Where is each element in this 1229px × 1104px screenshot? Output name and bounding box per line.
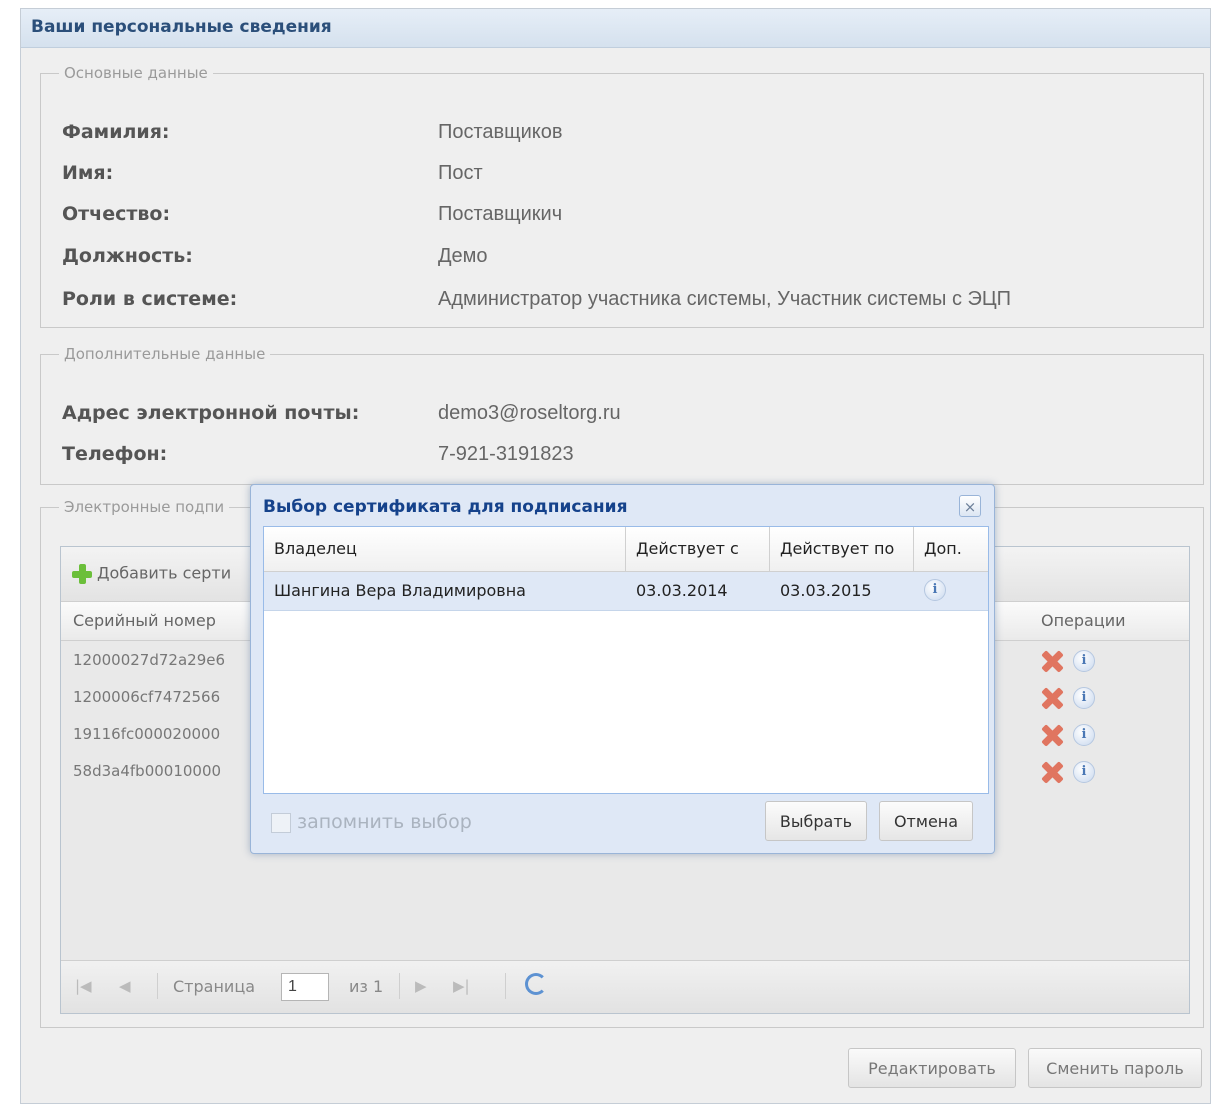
- delete-icon[interactable]: [1039, 685, 1065, 711]
- certificate-row[interactable]: Шангина Вера Владимировна 03.03.2014 03.…: [264, 572, 988, 611]
- field-label-lastname: Фамилия:: [62, 121, 170, 143]
- col-valid-from-header[interactable]: Действует с: [626, 527, 770, 571]
- info-icon[interactable]: i: [1073, 761, 1095, 783]
- add-certificate-button[interactable]: Добавить серти: [71, 563, 231, 585]
- info-icon[interactable]: i: [1073, 650, 1095, 672]
- field-label-email: Адрес электронной почты:: [62, 402, 360, 424]
- info-icon[interactable]: i: [1073, 724, 1095, 746]
- valid-to-cell: 03.03.2015: [780, 581, 872, 600]
- plus-icon: [71, 563, 93, 585]
- pagination-toolbar: |◀ ◀ Страница из 1 ▶ ▶|: [61, 960, 1189, 1013]
- prev-page-icon[interactable]: ◀: [119, 977, 131, 995]
- field-value-lastname: Поставщиков: [438, 121, 563, 143]
- page-label: Страница: [173, 977, 256, 996]
- remember-choice-checkbox[interactable]: запомнить выбор: [271, 811, 472, 833]
- serial-cell: 19116fc000020000: [73, 725, 221, 743]
- serial-cell: 58d3a4fb00010000: [73, 762, 222, 780]
- last-page-icon[interactable]: ▶|: [453, 977, 470, 995]
- edit-button[interactable]: Редактировать: [848, 1048, 1016, 1088]
- remember-choice-label: запомнить выбор: [297, 811, 472, 833]
- field-value-email: demo3@roseltorg.ru: [438, 402, 621, 424]
- next-page-icon[interactable]: ▶: [415, 977, 427, 995]
- row-operations: i: [1039, 759, 1095, 785]
- select-certificate-dialog: Выбор сертификата для подписания × Владе…: [250, 484, 995, 854]
- col-valid-to-header[interactable]: Действует по: [770, 527, 914, 571]
- row-operations: i: [1039, 685, 1095, 711]
- field-value-position: Демо: [438, 245, 488, 267]
- col-owner-header[interactable]: Владелец: [264, 527, 626, 571]
- col-serial-header[interactable]: Серийный номер: [73, 611, 216, 630]
- field-label-firstname: Имя:: [62, 162, 114, 184]
- panel-title: Ваши персональные сведения: [31, 17, 332, 37]
- field-label-phone: Телефон:: [62, 443, 168, 465]
- certificate-list-header: Владелец Действует с Действует по Доп.: [264, 527, 988, 572]
- field-label-roles: Роли в системе:: [62, 288, 238, 310]
- change-password-button[interactable]: Сменить пароль: [1028, 1048, 1202, 1088]
- page-of-label: из 1: [349, 977, 384, 996]
- cancel-button[interactable]: Отмена: [879, 801, 973, 841]
- field-value-patronymic: Поставщикич: [438, 203, 563, 225]
- info-icon[interactable]: i: [924, 579, 946, 601]
- field-value-roles: Администратор участника системы, Участни…: [438, 288, 1012, 310]
- info-icon[interactable]: i: [1073, 687, 1095, 709]
- valid-from-cell: 03.03.2014: [636, 581, 728, 600]
- panel-header: Ваши персональные сведения: [21, 9, 1210, 48]
- page-number-input[interactable]: [281, 973, 329, 1001]
- serial-cell: 12000027d72a29e6: [73, 651, 226, 669]
- select-button[interactable]: Выбрать: [765, 801, 867, 841]
- delete-icon[interactable]: [1039, 759, 1065, 785]
- delete-icon[interactable]: [1039, 722, 1065, 748]
- field-label-position: Должность:: [62, 245, 193, 267]
- field-value-firstname: Пост: [438, 162, 483, 184]
- row-operations: i: [1039, 722, 1095, 748]
- checkbox-box: [271, 812, 291, 833]
- pager-separator: [505, 973, 506, 999]
- col-extra-header[interactable]: Доп.: [914, 527, 988, 571]
- pager-separator: [157, 973, 158, 999]
- extra-data-legend: Дополнительные данные: [64, 345, 266, 363]
- first-page-icon[interactable]: |◀: [75, 977, 92, 995]
- row-operations: i: [1039, 648, 1095, 674]
- field-label-patronymic: Отчество:: [62, 203, 171, 225]
- refresh-icon[interactable]: [525, 973, 547, 995]
- owner-cell: Шангина Вера Владимировна: [274, 581, 526, 600]
- dialog-title: Выбор сертификата для подписания: [263, 497, 628, 517]
- col-ops-header[interactable]: Операции: [1041, 611, 1126, 630]
- basic-data-legend: Основные данные: [64, 64, 208, 82]
- add-certificate-label: Добавить серти: [97, 563, 232, 583]
- close-icon[interactable]: ×: [959, 495, 981, 517]
- field-value-phone: 7-921-3191823: [438, 443, 574, 465]
- certificate-list: Владелец Действует с Действует по Доп. Ш…: [263, 526, 989, 794]
- serial-cell: 1200006cf7472566: [73, 688, 221, 706]
- signatures-legend: Электронные подпи: [64, 498, 225, 516]
- pager-separator: [399, 973, 400, 999]
- delete-icon[interactable]: [1039, 648, 1065, 674]
